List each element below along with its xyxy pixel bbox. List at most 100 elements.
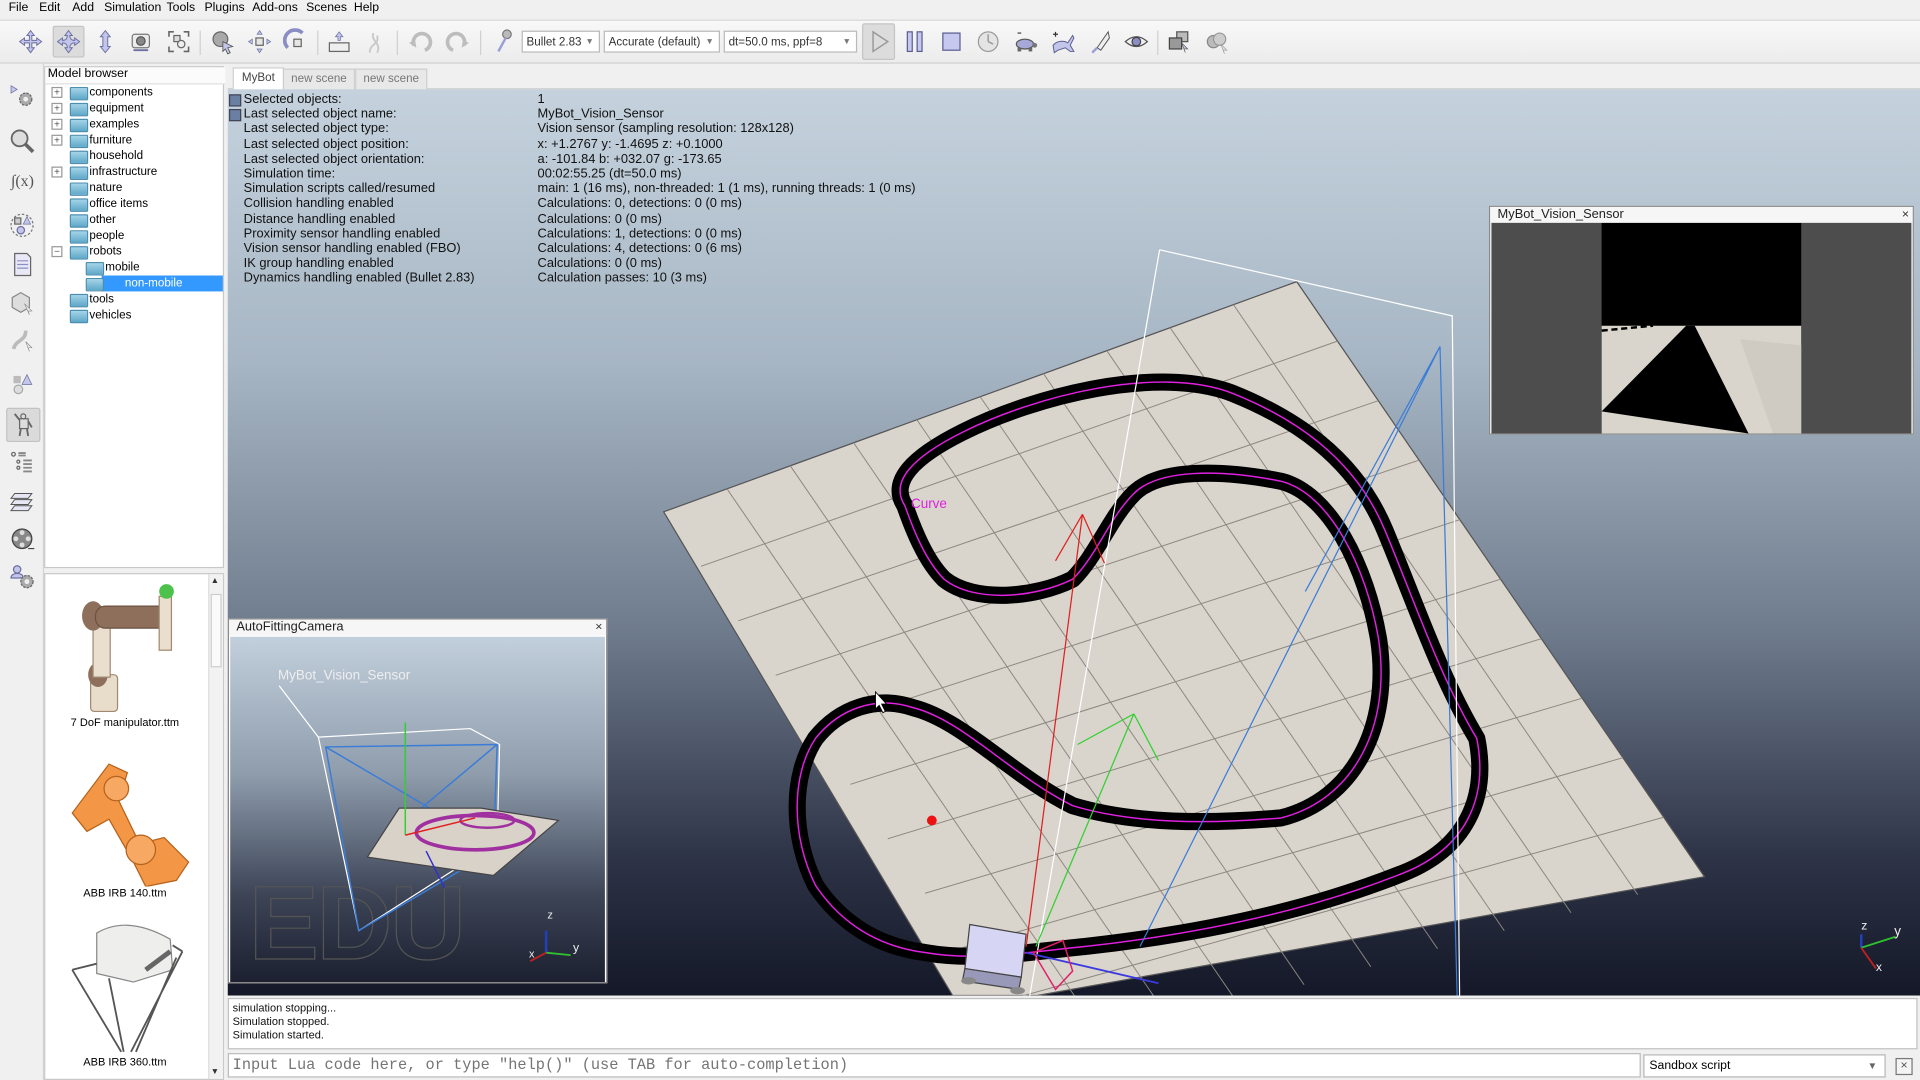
dynamics-engine-icon[interactable]	[490, 27, 519, 56]
engine-select[interactable]: Bullet 2.83 ▼	[521, 30, 601, 53]
user-settings-icon[interactable]	[6, 561, 38, 593]
info-toggle[interactable]	[228, 109, 242, 122]
model-browser-icon[interactable]	[6, 407, 41, 443]
scroll-down-icon[interactable]: ▼	[211, 1068, 219, 1077]
tree-item-household[interactable]: household	[45, 148, 223, 165]
info-value: x: +1.2767 y: -1.4695 z: +0.1000	[537, 136, 723, 152]
menu-add[interactable]: Add	[72, 1, 94, 14]
scene-viewport[interactable]: Curve z y x Selected objects: 1 Last sel…	[227, 89, 1920, 996]
object-rotate-icon[interactable]	[282, 27, 311, 56]
undo-icon[interactable]	[405, 27, 434, 56]
camera-rotate-icon[interactable]	[52, 25, 85, 58]
tree-item-equipment[interactable]: + equipment	[45, 100, 223, 117]
scene-browse-icon[interactable]	[6, 125, 38, 157]
tree-item-examples[interactable]: + examples	[45, 116, 223, 133]
info-collapse-toggle[interactable]	[228, 94, 242, 107]
menu-plugins[interactable]: Plugins	[204, 1, 244, 14]
console-close-icon[interactable]: ×	[1895, 1057, 1913, 1076]
menu-file[interactable]: File	[9, 1, 29, 14]
collections-icon[interactable]	[6, 369, 38, 401]
tree-item-other[interactable]: other	[45, 212, 223, 228]
thread-rendering-icon[interactable]	[1086, 27, 1115, 56]
tree-item-infrastructure[interactable]: + infrastructure	[45, 164, 223, 181]
vision-sensor-image-area	[1491, 222, 1912, 434]
real-time-icon[interactable]	[973, 27, 1002, 56]
speed-up-icon[interactable]	[1048, 27, 1077, 56]
thumbnail-abb-irb-140[interactable]	[60, 746, 195, 888]
visualization-icon[interactable]	[1122, 27, 1151, 56]
tree-item-vehicles[interactable]: vehicles	[45, 307, 223, 324]
pause-simulation-button[interactable]	[900, 27, 929, 56]
info-key: Last selected object orientation:	[243, 151, 425, 167]
camera-pan-icon[interactable]	[16, 27, 45, 56]
info-row: Proximity sensor handling enabled Calcula…	[228, 226, 1208, 241]
timestep-select[interactable]: dt=50.0 ms, ppf=8 ▼	[723, 30, 858, 53]
close-icon[interactable]: ×	[1902, 207, 1909, 223]
thumbnail-abb-irb-360[interactable]	[60, 915, 195, 1056]
timestep-value: dt=50.0 ms, ppf=8	[728, 35, 823, 49]
expand-icon[interactable]: +	[51, 134, 63, 146]
stop-simulation-button[interactable]	[937, 27, 966, 56]
fit-to-view-icon[interactable]	[164, 27, 193, 56]
tree-item-label: infrastructure	[89, 165, 158, 179]
hierarchy-icon[interactable]	[6, 447, 38, 479]
expand-icon[interactable]: +	[51, 166, 63, 178]
tree-item-people[interactable]: people	[45, 228, 223, 244]
thumbnail-7dof-manipulator[interactable]	[64, 579, 186, 720]
expand-icon[interactable]: +	[51, 118, 63, 130]
script-icon[interactable]: ∫(x)	[6, 164, 38, 196]
transfer-dna-icon[interactable]	[361, 27, 390, 56]
collapse-icon[interactable]: −	[51, 246, 63, 258]
camera-shift-icon[interactable]	[91, 27, 120, 56]
thumbnail-scrollbar[interactable]: ▲ ▼	[208, 574, 223, 1079]
menu-addons[interactable]: Add-ons	[252, 1, 298, 14]
page-icon[interactable]	[6, 249, 38, 281]
menu-simulation[interactable]: Simulation	[104, 1, 161, 14]
script-mode-select[interactable]: Sandbox script ▼	[1643, 1054, 1886, 1078]
slow-down-icon[interactable]	[1010, 27, 1039, 56]
scrollbar-thumb[interactable]	[210, 593, 222, 668]
tab-new-scene[interactable]: new scene	[282, 68, 356, 90]
layers-icon[interactable]	[6, 485, 38, 517]
tab-new-scene[interactable]: new scene	[355, 68, 428, 90]
tree-item-furniture[interactable]: + furniture	[45, 132, 223, 149]
accuracy-select[interactable]: Accurate (default) ▼	[603, 30, 721, 53]
object-select-icon[interactable]	[208, 27, 237, 56]
object-shift-icon[interactable]	[245, 27, 274, 56]
shape-edit-icon[interactable]	[6, 209, 38, 241]
tree-item-robots[interactable]: − robots	[45, 244, 223, 260]
redo-icon[interactable]	[443, 27, 472, 56]
scroll-up-icon[interactable]: ▲	[211, 577, 219, 586]
camera-angle-icon[interactable]	[126, 27, 155, 56]
menu-scenes[interactable]: Scenes	[306, 1, 347, 14]
lua-command-input[interactable]	[227, 1053, 1641, 1078]
tab-mybot[interactable]: MyBot	[232, 67, 285, 90]
tree-item-mobile[interactable]: mobile	[45, 260, 223, 276]
scene-selector-icon[interactable]	[1202, 27, 1231, 56]
start-simulation-button[interactable]	[862, 23, 896, 61]
close-icon[interactable]: ×	[595, 620, 602, 636]
object-properties-icon[interactable]	[6, 287, 38, 319]
axis-y-label: y	[1894, 924, 1901, 939]
vision-sensor-view[interactable]: MyBot_Vision_Sensor ×	[1488, 205, 1914, 435]
info-value: 00:02:55.25 (dt=50.0 ms)	[537, 166, 682, 182]
tree-item-components[interactable]: + components	[45, 84, 223, 101]
page-selector-icon[interactable]	[1164, 27, 1193, 56]
auto-fitting-camera-view[interactable]: AutoFittingCamera × EDU MyBot_Vision_Sens…	[227, 618, 608, 984]
menu-tools[interactable]: Tools	[167, 1, 196, 14]
simulation-settings-icon[interactable]	[6, 80, 38, 112]
folder-icon	[85, 262, 105, 276]
expand-icon[interactable]: +	[51, 102, 63, 114]
assemble-icon[interactable]	[324, 27, 353, 56]
tree-item-tools[interactable]: tools	[45, 291, 223, 308]
tree-item-nature[interactable]: nature	[45, 180, 223, 196]
video-recorder-icon[interactable]	[6, 523, 38, 555]
info-row: Simulation scripts called/resumed main: 1…	[228, 181, 1208, 196]
tree-item-office-items[interactable]: office items	[45, 196, 223, 212]
model-browser: Model browser + components + equipment + exam…	[44, 66, 226, 569]
tree-item-non-mobile[interactable]: non-mobile	[45, 275, 223, 292]
menu-help[interactable]: Help	[354, 1, 379, 14]
path-edit-icon[interactable]	[6, 324, 38, 356]
menu-edit[interactable]: Edit	[39, 1, 60, 14]
expand-icon[interactable]: +	[51, 86, 63, 98]
